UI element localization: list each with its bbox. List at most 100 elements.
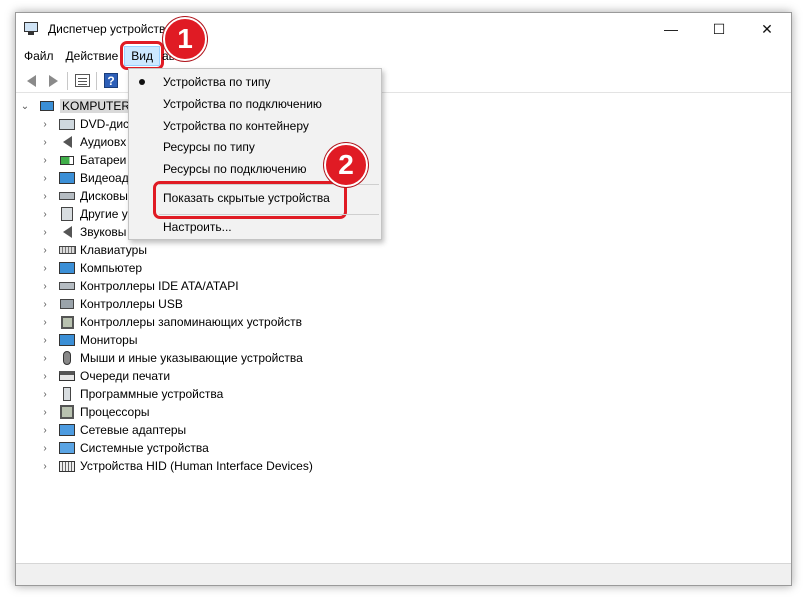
window-title: Диспетчер устройств [48, 22, 166, 36]
tree-item[interactable]: › Устройства HID (Human Interface Device… [40, 457, 313, 475]
chevron-right-icon[interactable]: › [40, 371, 50, 382]
tree-item[interactable]: › Клавиатуры [40, 241, 147, 259]
properties-icon [74, 74, 90, 87]
tree-item-label: Контроллеры запоминающих устройств [80, 315, 302, 329]
tree-item[interactable]: › Видеоада [40, 169, 135, 187]
chevron-right-icon[interactable]: › [40, 353, 50, 364]
tree-item[interactable]: › Системные устройства [40, 439, 209, 457]
chevron-right-icon[interactable]: › [40, 389, 50, 400]
tree-item-label: Устройства HID (Human Interface Devices) [80, 459, 313, 473]
chevron-right-icon[interactable]: › [40, 155, 50, 166]
view-menu-item-show-hidden-devices[interactable]: Показать скрытые устройства [129, 181, 381, 219]
tree-item[interactable]: › Сетевые адаптеры [40, 421, 186, 439]
menu-bar: Файл Действие Вид авка [16, 41, 791, 70]
tree-item-label: Аудиовх [80, 135, 127, 149]
chevron-down-icon[interactable]: ⌄ [20, 101, 30, 112]
view-menu-item-customize[interactable]: Настроить... [129, 216, 381, 238]
software-device-icon [58, 387, 76, 402]
radio-selected-icon [139, 79, 145, 85]
device-manager-icon [24, 22, 40, 36]
unknown-device-icon [58, 207, 76, 222]
dvd-drive-icon [58, 117, 76, 132]
tree-item-label: Мыши и иные указывающие устройства [80, 351, 303, 365]
computer-icon [58, 261, 76, 276]
forward-button[interactable] [42, 71, 64, 91]
tree-item-label: Другие у [80, 207, 128, 221]
keyboard-icon [58, 243, 76, 258]
chevron-right-icon[interactable]: › [40, 245, 50, 256]
tree-item[interactable]: › Аудиовх [40, 133, 126, 151]
computer-icon [38, 99, 56, 114]
display-adapter-icon [58, 171, 76, 186]
tree-item[interactable]: › Программные устройства [40, 385, 223, 403]
menu-file[interactable]: Файл [18, 46, 60, 66]
chevron-right-icon[interactable]: › [40, 281, 50, 292]
chevron-right-icon[interactable]: › [40, 299, 50, 310]
chevron-right-icon[interactable]: › [40, 317, 50, 328]
help-icon: ? [104, 73, 118, 88]
tree-item[interactable]: › Дисковы [40, 187, 128, 205]
ide-controller-icon [58, 279, 76, 294]
tree-item[interactable]: › Контроллеры запоминающих устройств [40, 313, 302, 331]
tree-item[interactable]: › Очереди печати [40, 367, 170, 385]
system-device-icon [58, 441, 76, 456]
forward-arrow-icon [48, 74, 58, 87]
menu-view[interactable]: Вид [120, 41, 164, 70]
tree-item[interactable]: › Другие у [40, 205, 128, 223]
processor-icon [58, 405, 76, 420]
chevron-right-icon[interactable]: › [40, 173, 50, 184]
chevron-right-icon[interactable]: › [40, 137, 50, 148]
menu-action[interactable]: Действие [60, 46, 125, 66]
view-menu-item-label: Устройства по подключению [163, 97, 322, 111]
close-button[interactable]: ✕ [743, 13, 791, 45]
view-menu-item-label: Ресурсы по подключению [163, 162, 307, 176]
tree-item[interactable]: › Контроллеры USB [40, 295, 183, 313]
sound-device-icon [58, 225, 76, 240]
storage-controller-icon [58, 315, 76, 330]
view-menu-item-label: Устройства по контейнеру [163, 119, 309, 133]
tree-item[interactable]: › Процессоры [40, 403, 150, 421]
tree-item-label: DVD-диск [80, 117, 135, 131]
chevron-right-icon[interactable]: › [40, 191, 50, 202]
monitor-icon [58, 333, 76, 348]
chevron-right-icon[interactable]: › [40, 461, 50, 472]
tree-item-label: Программные устройства [80, 387, 224, 401]
toolbar-separator [96, 71, 97, 90]
chevron-right-icon[interactable]: › [40, 209, 50, 220]
tree-item-label: Клавиатуры [80, 243, 147, 257]
tree-item[interactable]: › Контроллеры IDE ATA/ATAPI [40, 277, 238, 295]
tree-item-label: Компьютер [80, 261, 143, 275]
tree-item-label: Системные устройства [80, 441, 209, 455]
view-menu-item-devices-by-container[interactable]: Устройства по контейнеру [129, 115, 381, 137]
tree-item-label: Мониторы [80, 333, 138, 347]
minimize-button[interactable]: — [647, 13, 695, 45]
step-2-callout: 2 [324, 143, 368, 187]
tree-item-label: Звуковы [80, 225, 127, 239]
back-button[interactable] [20, 71, 42, 91]
tree-item[interactable]: › Мониторы [40, 331, 137, 349]
tree-item[interactable]: › DVD-диск [40, 115, 134, 133]
usb-controller-icon [58, 297, 76, 312]
tree-item[interactable]: › Компьютер [40, 259, 142, 277]
chevron-right-icon[interactable]: › [40, 227, 50, 238]
tree-item[interactable]: › Звуковы [40, 223, 126, 241]
tree-root[interactable]: ⌄ KOMPUTER [20, 97, 133, 115]
status-bar [16, 563, 791, 585]
chevron-right-icon[interactable]: › [40, 119, 50, 130]
chevron-right-icon[interactable]: › [40, 407, 50, 418]
tree-item[interactable]: › Мыши и иные указывающие устройства [40, 349, 303, 367]
chevron-right-icon[interactable]: › [40, 443, 50, 454]
tree-item-label: Процессоры [80, 405, 150, 419]
help-button[interactable]: ? [100, 71, 122, 91]
view-menu-item-label: Настроить... [163, 220, 232, 234]
chevron-right-icon[interactable]: › [40, 425, 50, 436]
maximize-button[interactable]: ☐ [695, 13, 743, 45]
properties-button[interactable] [71, 71, 93, 91]
printer-icon [58, 369, 76, 384]
view-menu-item-devices-by-type[interactable]: Устройства по типу [129, 71, 381, 93]
view-menu-item-devices-by-connection[interactable]: Устройства по подключению [129, 93, 381, 115]
hid-device-icon [58, 459, 76, 474]
chevron-right-icon[interactable]: › [40, 263, 50, 274]
tree-item[interactable]: › Батареи [40, 151, 126, 169]
chevron-right-icon[interactable]: › [40, 335, 50, 346]
